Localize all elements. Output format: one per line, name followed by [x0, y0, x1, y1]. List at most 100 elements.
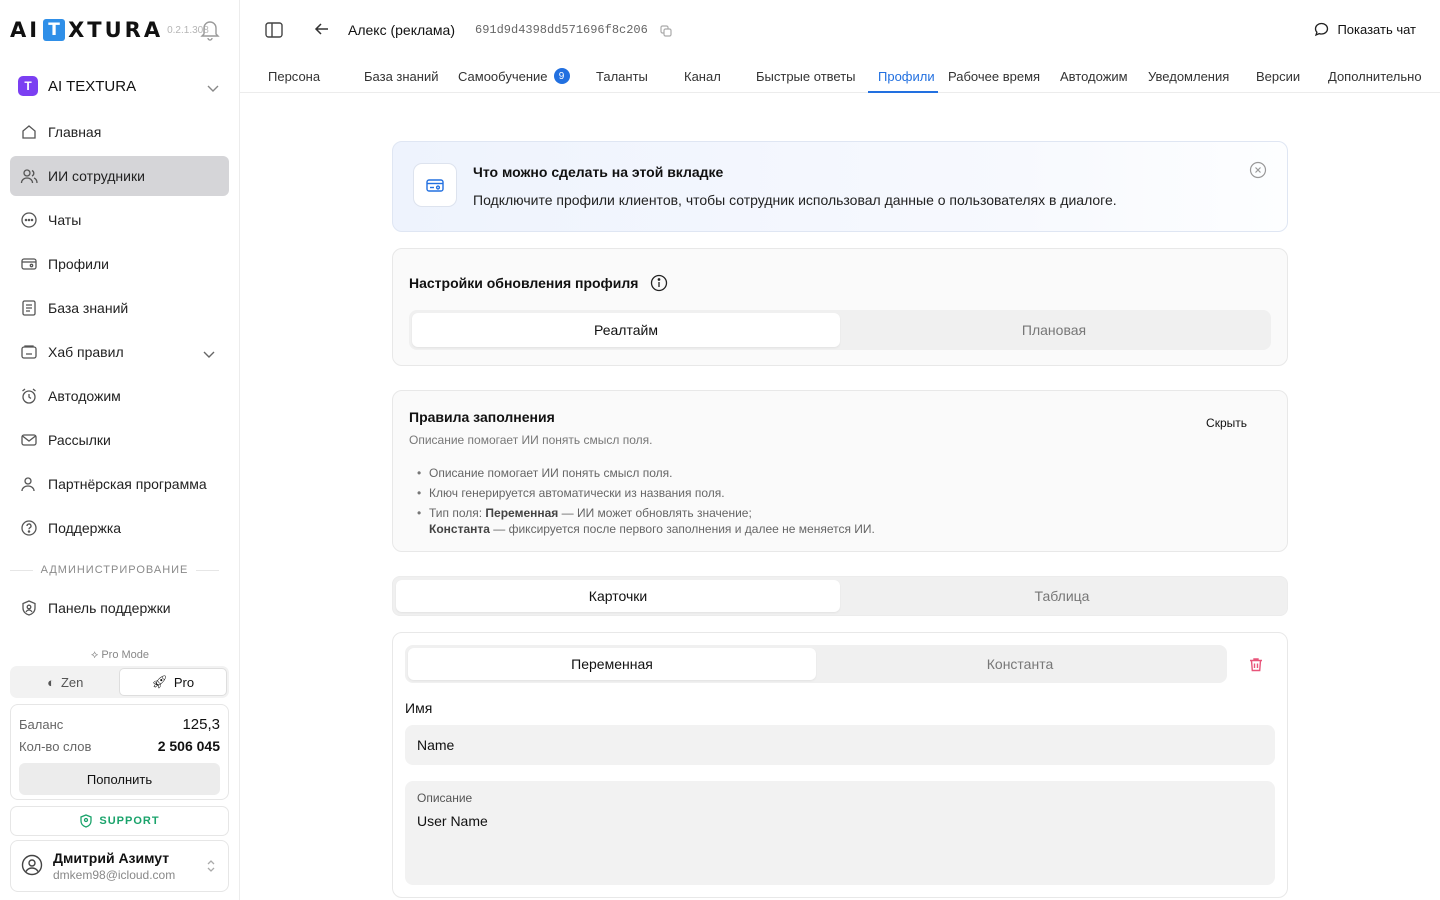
field-type-variable[interactable]: Переменная [408, 648, 816, 680]
partner-icon [20, 475, 38, 493]
description-label: Описание [417, 791, 473, 805]
workspace-selector[interactable]: T AI TEXTURA [10, 70, 229, 102]
mail-icon [20, 431, 38, 449]
pro-mode-label: ⟡ Pro Mode [90, 649, 150, 661]
view-cards[interactable]: Карточки [396, 580, 840, 612]
chevron-down-icon [207, 80, 219, 96]
main-content: Что можно сделать на этой вкладке Подклю… [240, 94, 1440, 900]
user-name: Дмитрий Азимут [53, 850, 170, 866]
book-icon [20, 299, 38, 317]
tab-persona[interactable]: Персона [258, 62, 354, 93]
admin-nav: Панель поддержки [10, 588, 229, 632]
mode-zen-button[interactable]: ◐ Zen [12, 668, 119, 696]
copy-icon[interactable] [660, 24, 672, 40]
update-mode-scheduled[interactable]: Плановая [840, 313, 1268, 347]
tab-self-learning[interactable]: Самообучение 9 [448, 62, 586, 93]
update-mode-realtime[interactable]: Реалтайм [412, 313, 840, 347]
support-button[interactable]: SUPPORT [10, 806, 229, 836]
nav-item-support[interactable]: Поддержка [10, 508, 229, 548]
fill-rules-title: Правила заполнения [409, 409, 555, 425]
tab-channel[interactable]: Канал [674, 62, 746, 93]
nav-item-knowledge-base[interactable]: База знаний [10, 288, 229, 328]
rocket-icon: 🚀︎ [151, 674, 168, 689]
name-input[interactable]: Name [405, 725, 1275, 765]
user-email: dmkem98@icloud.com [53, 868, 176, 882]
tab-knowledge-base[interactable]: База знаний [354, 62, 448, 93]
chat-bubble-icon [1315, 22, 1329, 37]
info-text: Подключите профили клиентов, чтобы сотру… [473, 192, 1117, 208]
list-item: Тип поля: Переменная — ИИ может обновлят… [417, 505, 875, 537]
mode-switch: ◐ Zen 🚀︎ Pro [10, 666, 229, 698]
show-chat-button[interactable]: Показать чат [1314, 22, 1416, 37]
words-value: 2 506 045 [157, 738, 220, 754]
balance-value: 125,3 [182, 715, 220, 733]
trash-icon[interactable] [1249, 657, 1263, 675]
header: Алекс (реклама) 691d9d4398dd571696f8c206… [240, 0, 1440, 93]
employee-tabs: Персона База знаний Самообучение 9 Талант… [258, 62, 1428, 93]
nav-item-support-panel[interactable]: Панель поддержки [10, 588, 229, 628]
zen-icon: ◐ [47, 674, 55, 690]
nav-item-profiles[interactable]: Профили [10, 244, 229, 284]
tab-working-hours[interactable]: Рабочее время [938, 62, 1050, 93]
words-label: Кол-во слов [19, 738, 92, 754]
tab-talents[interactable]: Таланты [586, 62, 674, 93]
topup-button[interactable]: Пополнить [19, 763, 220, 795]
list-item: Ключ генерируется автоматически из назва… [417, 485, 875, 501]
rules-hub-icon [20, 343, 38, 361]
nav-item-partner-program[interactable]: Партнёрская программа [10, 464, 229, 504]
nav-item-rules-hub[interactable]: Хаб правил [10, 332, 229, 372]
support-icon [80, 814, 93, 828]
profile-card-icon [413, 163, 457, 207]
nav-item-autofollowup[interactable]: Автодожим [10, 376, 229, 416]
view-switch: Карточки Таблица [392, 576, 1288, 616]
shield-user-icon [20, 599, 38, 617]
info-banner: Что можно сделать на этой вкладке Подклю… [392, 141, 1288, 232]
profile-card-icon [20, 255, 38, 273]
update-settings-card: Настройки обновления профиля Реалтайм Пл… [392, 248, 1288, 366]
tab-autofollowup[interactable]: Автодожим [1050, 62, 1138, 93]
mode-pro-button[interactable]: 🚀︎ Pro [118, 668, 227, 696]
chat-icon [20, 211, 38, 229]
logo[interactable]: AI T XTURA 0.2.1.308 [10, 17, 209, 43]
balance-panel: Баланс 125,3 Кол-во слов 2 506 045 Попол… [10, 704, 229, 800]
nav-item-chats[interactable]: Чаты [10, 200, 229, 240]
tab-notifications[interactable]: Уведомления [1138, 62, 1246, 93]
nav-item-home[interactable]: Главная [10, 112, 229, 152]
workspace-name: AI TEXTURA [48, 77, 137, 95]
close-icon[interactable] [1249, 161, 1267, 182]
bell-icon[interactable] [200, 19, 220, 41]
nav-item-mailings[interactable]: Рассылки [10, 420, 229, 460]
self-learning-count-badge: 9 [553, 68, 570, 84]
description-field[interactable]: Описание User Name [405, 781, 1275, 885]
update-mode-switch: Реалтайм Плановая [409, 310, 1271, 350]
sidebar: AI T XTURA 0.2.1.308 T AI TEXTURA Главная … [0, 0, 240, 900]
balance-label: Баланс [19, 716, 64, 732]
info-title: Что можно сделать на этой вкладке [473, 164, 724, 180]
description-value: User Name [417, 813, 488, 829]
info-icon[interactable] [650, 274, 668, 292]
fill-rules-list: Описание помогает ИИ понять смысл поля. … [417, 465, 875, 541]
employee-id: 691d9d4398dd571696f8c206 [475, 23, 648, 37]
avatar-icon [21, 854, 43, 879]
logo-t-mark: T [43, 19, 66, 41]
field-type-switch: Переменная Константа [405, 645, 1227, 683]
fill-rules-subtitle: Описание помогает ИИ понять смысл поля. [409, 433, 653, 447]
tab-profiles[interactable]: Профили [868, 62, 938, 93]
view-table[interactable]: Таблица [840, 580, 1284, 612]
update-settings-title: Настройки обновления профиля [409, 275, 639, 291]
sidebar-toggle-icon[interactable] [264, 20, 284, 43]
hide-rules-button[interactable]: Скрыть [1206, 416, 1247, 430]
list-item: Описание помогает ИИ понять смысл поля. [417, 465, 875, 481]
tab-additional[interactable]: Дополнительно [1318, 62, 1428, 93]
workspace-badge: T [18, 76, 38, 96]
tab-versions[interactable]: Версии [1246, 62, 1318, 93]
alarm-icon [20, 387, 38, 405]
nav-item-ai-employees[interactable]: ИИ сотрудники [10, 156, 229, 196]
field-type-constant[interactable]: Константа [816, 648, 1224, 680]
tab-quick-replies[interactable]: Быстрые ответы [746, 62, 868, 93]
employee-title: Алекс (реклама) [348, 22, 456, 38]
name-label: Имя [405, 700, 433, 716]
user-menu[interactable]: Дмитрий Азимут dmkem98@icloud.com [10, 840, 229, 892]
back-arrow-icon[interactable] [314, 21, 330, 40]
users-icon [20, 167, 38, 185]
